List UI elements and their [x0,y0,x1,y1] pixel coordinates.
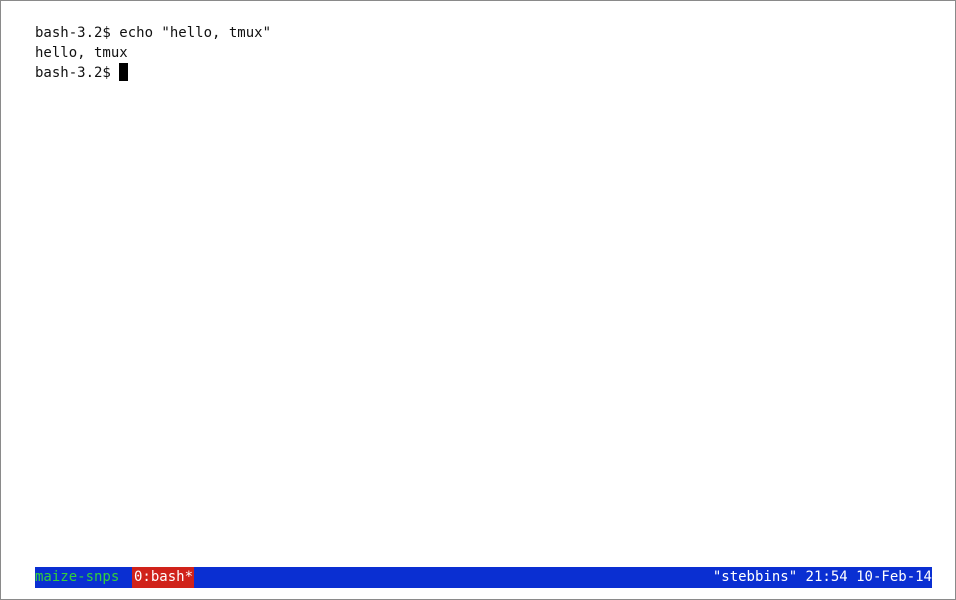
window-tab-bash[interactable]: 0:bash* [132,567,194,588]
terminal-line: bash-3.2$ echo "hello, tmux" [35,25,272,41]
terminal-output[interactable]: bash-3.2$ echo "hello, tmux" hello, tmux… [35,23,935,83]
terminal-window[interactable]: bash-3.2$ echo "hello, tmux" hello, tmux… [0,0,956,600]
tmux-status-bar: maize-snps 0:bash* "stebbins" 21:54 10-F… [35,567,932,588]
session-name: maize-snps [35,569,120,585]
status-right-info: "stebbins" 21:54 10-Feb-14 [712,569,932,585]
prompt-line[interactable]: bash-3.2$ [35,63,935,83]
text-cursor [118,63,128,81]
prompt-text: bash-3.2$ [35,65,111,81]
terminal-line: hello, tmux [35,45,128,61]
